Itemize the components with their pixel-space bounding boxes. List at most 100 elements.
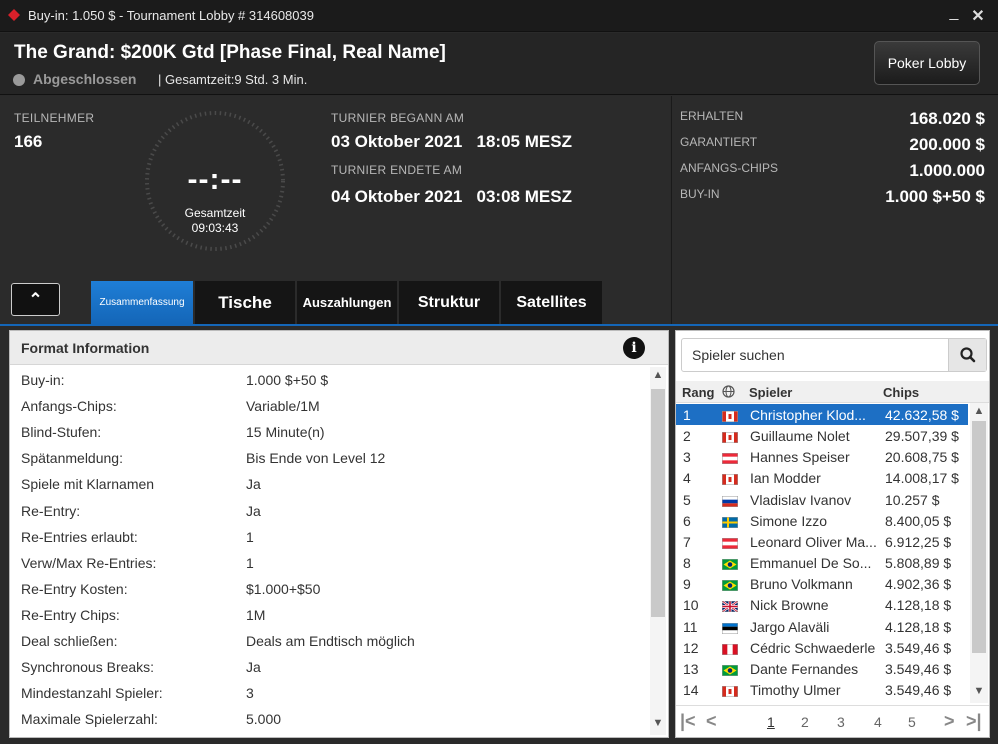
start-chips-value: 1.000.000 [909, 161, 985, 180]
player-name: Timothy Ulmer [750, 681, 841, 698]
col-player[interactable]: Spieler [749, 385, 792, 400]
format-row: Blind-Stufen: 15 Minute(n) [10, 420, 646, 446]
player-chips: 6.912,25 $ [885, 533, 952, 550]
tournament-info-panel: TEILNEHMER 166 --:-- Gesamtzeit 09:03:43… [0, 96, 670, 324]
player-search-input[interactable] [682, 339, 948, 371]
player-rank: 5 [683, 491, 691, 508]
player-row[interactable]: 1 Christopher Klod... 42.632,58 $ [676, 404, 968, 425]
tournament-header: The Grand: $200K Gtd [Phase Final, Real … [0, 33, 998, 95]
last-page-icon[interactable]: >| [966, 711, 982, 732]
player-row[interactable]: 2 Guillaume Nolet 29.507,39 $ [676, 425, 968, 446]
tab-tische[interactable]: Tische [195, 281, 295, 324]
player-chips: 4.128,18 $ [885, 597, 952, 614]
scroll-down-icon[interactable]: ▼ [650, 717, 666, 729]
globe-icon[interactable] [722, 385, 735, 401]
player-rank: 11 [683, 618, 698, 635]
format-value: 15 Minute(n) [246, 424, 325, 441]
started-label: TURNIER BEGANN AM [331, 111, 465, 125]
format-row: Maximale Spielerzahl: 5.000 [10, 707, 646, 733]
players-panel: Rang Spieler Chips 1 Christopher Klod... 4… [675, 330, 990, 738]
format-row: Re-Entry: Ja [10, 499, 646, 525]
format-key: Mindestanzahl Spieler: [21, 685, 163, 702]
tab-struktur[interactable]: Struktur [399, 281, 499, 324]
player-row[interactable]: 12 Cédric Schwaederle 3.549,46 $ [676, 637, 968, 658]
clock-time: 09:03:43 [191, 221, 239, 235]
player-chips: 4.128,18 $ [885, 618, 952, 635]
player-rank: 3 [683, 449, 691, 466]
player-chips: 3.549,46 $ [885, 639, 952, 656]
tab-satellites[interactable]: Satellites [501, 281, 602, 324]
scroll-up-icon[interactable]: ▲ [970, 405, 988, 417]
format-value: 5.000 [246, 711, 282, 728]
search-button[interactable] [948, 339, 986, 371]
start-chips-label: ANFANGS-CHIPS [680, 161, 779, 175]
format-row: Synchronous Breaks: Ja [10, 655, 646, 681]
format-value: Deals am Endtisch möglich [246, 633, 415, 649]
scroll-thumb[interactable] [651, 389, 665, 617]
player-row[interactable]: 4 Ian Modder 14.008,17 $ [676, 467, 968, 488]
player-rank: 10 [683, 597, 699, 614]
format-value: Bis Ende von Level 12 [246, 450, 386, 467]
format-key: Buy-in: [21, 372, 65, 388]
flag-se-icon [722, 515, 738, 528]
ended-value: 04 Oktober 2021 03:08 MESZ [331, 187, 572, 206]
prev-page-icon[interactable]: < [706, 711, 717, 732]
player-chips: 42.632,58 $ [885, 407, 959, 423]
scroll-down-icon[interactable]: ▼ [970, 685, 988, 697]
player-row[interactable]: 8 Emmanuel De So... 5.808,89 $ [676, 552, 968, 573]
info-icon[interactable]: i [623, 337, 645, 359]
scroll-up-icon[interactable]: ▲ [650, 369, 666, 381]
col-chips[interactable]: Chips [883, 385, 919, 400]
player-chips: 20.608,75 $ [885, 449, 959, 466]
next-page-icon[interactable]: > [944, 711, 955, 732]
tab-zusammenfassung[interactable]: Zusammenfassung [91, 281, 193, 324]
player-row[interactable]: 13 Dante Fernandes 3.549,46 $ [676, 658, 968, 679]
col-rank[interactable]: Rang [682, 385, 715, 400]
format-key: Re-Entries erlaubt: [21, 528, 138, 545]
close-button[interactable]: ✕ [968, 6, 988, 26]
window-titlebar: Buy-in: 1.050 $ - Tournament Lobby # 314… [0, 0, 998, 32]
page-1[interactable]: 1 [767, 714, 775, 730]
format-scrollbar[interactable]: ▲ ▼ [650, 367, 666, 735]
clock-digits: --:-- [187, 163, 243, 196]
page-4[interactable]: 4 [874, 714, 882, 730]
flag-br-icon [722, 557, 738, 571]
page-5[interactable]: 5 [908, 714, 916, 730]
flag-ca-icon [722, 430, 738, 444]
player-chips: 4.902,36 $ [885, 576, 952, 593]
format-value: 1.000 $+50 $ [246, 372, 329, 388]
player-row[interactable]: 3 Hannes Speiser 20.608,75 $ [676, 446, 968, 467]
collapse-button[interactable]: ⌃ [11, 283, 60, 316]
player-name: Leonard Oliver Ma... [750, 533, 877, 550]
tab-auszahlungen[interactable]: Auszahlungen [297, 281, 397, 324]
format-value: 1 [246, 554, 254, 571]
player-row[interactable]: 11 Jargo Alaväli 4.128,18 $ [676, 616, 968, 637]
player-row[interactable]: 10 Nick Browne 4.128,18 $ [676, 594, 968, 615]
player-row[interactable]: 6 Simone Izzo 8.400,05 $ [676, 510, 968, 531]
format-key: Blind-Stufen: [21, 424, 102, 441]
clock-label: Gesamtzeit [184, 206, 246, 220]
player-name: Nick Browne [750, 597, 829, 614]
total-time: | Gesamtzeit:9 Std. 3 Min. [158, 72, 308, 87]
format-row: Spiele mit Klarnamen Ja [10, 472, 646, 498]
player-row[interactable]: 5 Vladislav Ivanov 10.257 $ [676, 489, 968, 510]
player-row[interactable]: 7 Leonard Oliver Ma... 6.912,25 $ [676, 531, 968, 552]
flag-ee-icon [722, 621, 738, 634]
page-2[interactable]: 2 [801, 714, 809, 730]
format-row: Mindestanzahl Spieler: 3 [10, 681, 646, 707]
prize-info-panel: ERHALTEN 168.020 $ GARANTIERT 200.000 $ … [671, 96, 998, 324]
players-scrollbar[interactable]: ▲ ▼ [970, 403, 988, 703]
flag-at-icon [722, 536, 738, 549]
player-row[interactable]: 9 Bruno Volkmann 4.902,36 $ [676, 573, 968, 594]
format-value: 1 [246, 528, 254, 545]
first-page-icon[interactable]: |< [680, 711, 696, 732]
poker-lobby-button[interactable]: Poker Lobby [874, 41, 980, 85]
flag-pe-icon [722, 642, 738, 655]
player-chips: 8.400,05 $ [885, 512, 952, 529]
player-row[interactable]: 14 Timothy Ulmer 3.549,46 $ [676, 679, 968, 700]
format-value: Variable/1M [246, 398, 320, 415]
format-value: Ja [246, 476, 261, 493]
scroll-thumb[interactable] [972, 421, 986, 653]
page-3[interactable]: 3 [837, 714, 845, 730]
minimize-button[interactable]: _ [944, 4, 964, 22]
